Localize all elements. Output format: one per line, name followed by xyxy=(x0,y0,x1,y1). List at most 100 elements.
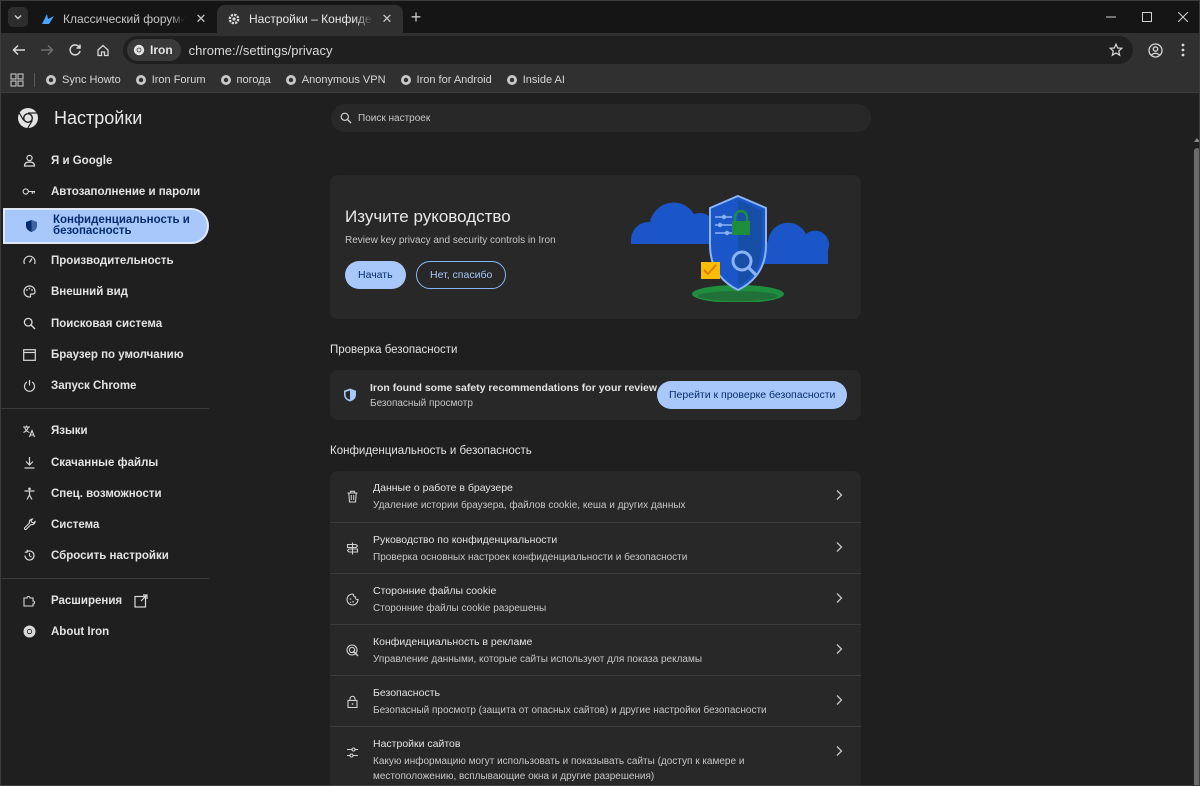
site-chip[interactable]: Iron xyxy=(127,39,181,61)
bookmark-item[interactable]: Inside AI xyxy=(506,74,565,86)
list-item-title: Данные о работе в браузере xyxy=(373,482,513,494)
home-button[interactable] xyxy=(93,40,113,60)
sidebar-item-downloads[interactable]: Скачанные файлы xyxy=(1,447,209,478)
chevron-right-icon xyxy=(836,644,843,654)
sidebar-item-label: Спец. возможности xyxy=(51,487,162,500)
scroll-up-arrow-icon[interactable] xyxy=(1194,138,1199,142)
browser-window-icon xyxy=(22,348,36,362)
sidebar-item-extensions[interactable]: Расширения xyxy=(1,585,209,616)
chevron-right-icon xyxy=(836,746,843,756)
apps-grid-icon[interactable] xyxy=(10,73,24,87)
list-item-privacy-guide[interactable]: Руководство по конфиденциальности Провер… xyxy=(330,522,861,573)
star-icon xyxy=(1109,43,1123,57)
search-icon xyxy=(22,317,36,331)
close-icon[interactable]: ✕ xyxy=(193,11,209,27)
sidebar-item-accessibility[interactable]: Спец. возможности xyxy=(1,478,209,509)
start-guide-button[interactable]: Начать xyxy=(345,261,406,289)
bookmark-label: Sync Howto xyxy=(62,73,121,86)
settings-search-input[interactable]: Поиск настроек xyxy=(331,104,871,132)
chevron-right-icon xyxy=(836,593,843,603)
reset-icon xyxy=(22,549,36,563)
sidebar-item-system[interactable]: Система xyxy=(1,509,209,540)
bookmarks-bar: Sync Howto Iron Forum погода Anonymous V… xyxy=(1,67,1199,93)
list-item-description: Сторонние файлы cookie разрешены xyxy=(373,603,547,614)
puzzle-icon xyxy=(22,594,36,608)
profile-icon xyxy=(1147,42,1163,58)
shield-icon xyxy=(344,388,356,402)
palette-icon xyxy=(22,285,36,299)
sidebar-item-label: Внешний вид xyxy=(51,285,128,298)
sidebar-item-label: Конфиденциальность и безопасность xyxy=(53,214,190,237)
reload-button[interactable] xyxy=(65,40,85,60)
bookmarks-separator xyxy=(34,72,35,87)
sidebar-item-default-browser[interactable]: Браузер по умолчанию xyxy=(1,339,209,370)
bookmark-item[interactable]: Sync Howto xyxy=(45,74,121,86)
privacy-section-title: Конфиденциальность и безопасность xyxy=(330,445,532,457)
bookmark-item[interactable]: погода xyxy=(220,74,271,86)
translate-icon xyxy=(22,424,36,438)
bookmark-item[interactable]: Iron Forum xyxy=(135,74,206,86)
list-item-site-settings[interactable]: Настройки сайтов Какую информацию могут … xyxy=(330,726,861,785)
chevron-right-icon xyxy=(836,490,843,500)
gear-icon xyxy=(227,12,241,26)
wrench-icon xyxy=(22,518,36,532)
iron-logo-icon xyxy=(18,108,38,129)
settings-page: Настройки Я и Google Автозаполнение и па… xyxy=(1,94,1199,785)
open-in-new-icon xyxy=(134,593,148,608)
sidebar-item-label: Браузер по умолчанию xyxy=(51,348,184,361)
settings-header: Настройки xyxy=(17,107,142,129)
tab-forum[interactable]: Классический форум-трекер з ✕ xyxy=(31,5,217,33)
sidebar-item-on-startup[interactable]: Запуск Chrome xyxy=(1,370,209,401)
cookie-icon xyxy=(346,593,359,606)
bookmark-star-button[interactable] xyxy=(1107,41,1125,59)
profile-button[interactable] xyxy=(1145,40,1165,60)
site-chip-label: Iron xyxy=(150,43,173,57)
list-item-ad-privacy[interactable]: Конфиденциальность в рекламе Управление … xyxy=(330,624,861,675)
search-placeholder: Поиск настроек xyxy=(358,112,431,124)
list-item-clear-browsing-data[interactable]: Данные о работе в браузере Удаление исто… xyxy=(330,471,861,522)
sidebar-item-languages[interactable]: Языки xyxy=(1,415,209,446)
page-scrollbar[interactable] xyxy=(1193,136,1199,785)
tab-settings[interactable]: Настройки – Конфиденциальн ✕ xyxy=(217,5,403,33)
trash-icon xyxy=(347,490,358,503)
bookmark-item[interactable]: Anonymous VPN xyxy=(285,74,386,86)
key-icon xyxy=(22,185,36,199)
scrollbar-thumb[interactable] xyxy=(1194,148,1199,785)
sidebar-item-autofill[interactable]: Автозаполнение и пароли xyxy=(1,176,209,207)
close-icon[interactable]: ✕ xyxy=(379,11,395,27)
list-item-title: Сторонние файлы cookie xyxy=(373,585,497,597)
sidebar-item-label: Скачанные файлы xyxy=(51,456,159,469)
sidebar-item-label: Языки xyxy=(51,424,88,437)
dismiss-guide-button[interactable]: Нет, спасибо xyxy=(416,261,507,289)
sidebar-item-reset[interactable]: Сбросить настройки xyxy=(1,540,209,571)
close-window-button[interactable] xyxy=(1163,1,1199,33)
settings-sidebar: Настройки Я и Google Автозаполнение и па… xyxy=(1,94,211,785)
list-item-title: Руководство по конфиденциальности xyxy=(373,534,558,546)
address-bar[interactable]: Iron chrome://settings/privacy xyxy=(123,36,1133,64)
bookmark-item[interactable]: Iron for Android xyxy=(400,74,492,86)
list-item-description: Проверка основных настроек конфиденциаль… xyxy=(373,552,688,563)
sidebar-item-performance[interactable]: Производительность xyxy=(1,245,209,276)
home-icon xyxy=(97,44,109,57)
sidebar-item-label: Производительность xyxy=(51,254,174,267)
sidebar-item-search-engine[interactable]: Поисковая система xyxy=(1,308,209,339)
list-item-third-party-cookies[interactable]: Сторонние файлы cookie Сторонние файлы c… xyxy=(330,573,861,624)
chrome-icon xyxy=(22,625,36,639)
tab-search-button[interactable] xyxy=(8,7,28,27)
sidebar-item-about[interactable]: About Iron xyxy=(1,616,209,647)
sidebar-item-privacy[interactable]: Конфиденциальность и безопасность xyxy=(3,208,209,244)
minimize-button[interactable] xyxy=(1091,1,1131,33)
sidebar-item-label: Запуск Chrome xyxy=(51,379,137,392)
sidebar-item-you-and-google[interactable]: Я и Google xyxy=(1,145,209,176)
url-text[interactable]: chrome://settings/privacy xyxy=(189,43,333,58)
list-item-security[interactable]: Безопасность Безопасный просмотр (защита… xyxy=(330,675,861,726)
browser-menu-button[interactable] xyxy=(1173,40,1193,60)
go-to-safety-check-button[interactable]: Перейти к проверке безопасности xyxy=(657,381,848,409)
forward-button[interactable] xyxy=(37,40,57,60)
promo-description: Review key privacy and security controls… xyxy=(345,235,556,246)
privacy-guide-promo: Изучите руководство Review key privacy a… xyxy=(330,175,861,319)
sidebar-item-appearance[interactable]: Внешний вид xyxy=(1,276,209,307)
maximize-button[interactable] xyxy=(1127,1,1167,33)
new-tab-button[interactable]: + xyxy=(406,7,426,27)
back-button[interactable] xyxy=(9,40,29,60)
